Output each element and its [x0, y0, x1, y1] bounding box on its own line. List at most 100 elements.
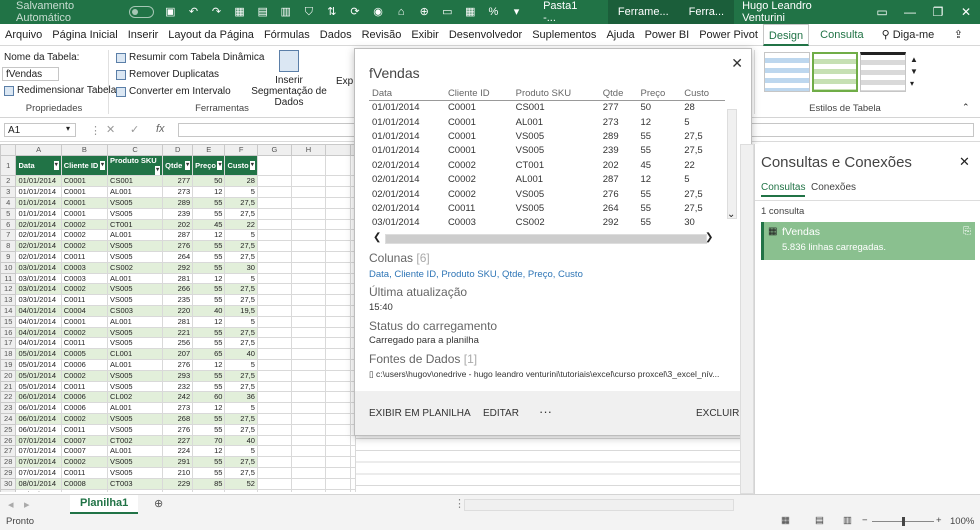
- table-cell[interactable]: 85: [192, 477, 226, 490]
- function-icon[interactable]: fx: [156, 123, 165, 135]
- empty-cell[interactable]: [291, 272, 326, 285]
- empty-cell[interactable]: [291, 175, 326, 188]
- table-cell[interactable]: AL001: [107, 229, 164, 242]
- column-header[interactable]: F: [224, 144, 258, 156]
- empty-cell[interactable]: [291, 391, 326, 404]
- table-cell[interactable]: 27,5: [224, 412, 258, 425]
- empty-cell[interactable]: [325, 207, 351, 220]
- table-cell[interactable]: VS005: [107, 337, 164, 350]
- table-cell[interactable]: 03/01/2014: [15, 272, 62, 285]
- table-cell[interactable]: 02/01/2014: [15, 229, 62, 242]
- grid-icon[interactable]: ▦: [464, 5, 477, 19]
- table-cell[interactable]: 36: [224, 391, 258, 404]
- empty-cell[interactable]: [291, 423, 326, 436]
- empty-cell[interactable]: [325, 402, 351, 414]
- tab-consulta[interactable]: Consulta: [815, 24, 868, 46]
- column-header[interactable]: H: [291, 144, 326, 156]
- table-cell[interactable]: 235: [162, 294, 194, 306]
- table-cell[interactable]: CL001: [107, 348, 164, 360]
- table-cell[interactable]: VS005: [107, 380, 164, 393]
- row-header[interactable]: 12: [0, 283, 17, 296]
- column-header[interactable]: D: [162, 144, 194, 156]
- share-icon[interactable]: ⇪: [949, 24, 968, 46]
- empty-cell[interactable]: [256, 412, 293, 425]
- empty-cell[interactable]: [325, 488, 351, 492]
- preview-table[interactable]: Data Cliente ID Produto SKU Qtde Preço Custo …: [369, 87, 739, 233]
- normal-view-icon[interactable]: ▦: [781, 515, 790, 526]
- table-cell[interactable]: VS005: [107, 196, 164, 209]
- row-header[interactable]: 20: [0, 369, 17, 382]
- table-cell[interactable]: 232: [162, 380, 194, 393]
- table-cell[interactable]: C0002: [60, 229, 109, 242]
- table-cell[interactable]: 04/01/2014: [15, 315, 62, 328]
- chart-icon[interactable]: ▥: [279, 5, 292, 19]
- refresh-icon[interactable]: ⟳: [348, 5, 361, 19]
- table-cell[interactable]: CT003: [107, 477, 164, 490]
- table-cell[interactable]: VS005: [107, 456, 164, 468]
- table-cell[interactable]: 06/01/2014: [15, 402, 62, 414]
- table-cell[interactable]: 5: [224, 445, 258, 458]
- table-cell[interactable]: 27,5: [224, 196, 258, 209]
- empty-cell[interactable]: [325, 326, 351, 339]
- row-header[interactable]: 28: [0, 456, 17, 468]
- row-header[interactable]: 17: [0, 337, 17, 350]
- row-header[interactable]: 25: [0, 423, 17, 436]
- column-header[interactable]: G: [256, 144, 293, 156]
- close-window-icon[interactable]: ✕: [952, 5, 980, 19]
- table-cell[interactable]: 40: [224, 348, 258, 360]
- table-cell[interactable]: C0011: [60, 250, 109, 263]
- table-cell[interactable]: 04/01/2014: [15, 304, 62, 317]
- tab-suplementos[interactable]: Suplementos: [527, 24, 601, 46]
- table-cell[interactable]: 45: [192, 218, 226, 231]
- empty-cell[interactable]: [350, 434, 356, 447]
- sheet-hscrollbar[interactable]: [464, 499, 734, 511]
- table-cell[interactable]: 07/01/2014: [15, 456, 62, 468]
- link-icon[interactable]: ⊕: [418, 5, 431, 19]
- empty-cell[interactable]: [325, 348, 351, 360]
- table-cell[interactable]: 02/01/2014: [15, 250, 62, 263]
- table-cell[interactable]: 12: [192, 488, 226, 492]
- row-header[interactable]: 7: [0, 229, 17, 242]
- table-cell[interactable]: C0002: [60, 412, 109, 425]
- empty-cell[interactable]: [325, 283, 351, 296]
- table-cell[interactable]: 276: [162, 240, 194, 252]
- table-cell[interactable]: 55: [192, 261, 226, 274]
- table-cell[interactable]: 12: [192, 358, 226, 371]
- empty-cell[interactable]: [291, 445, 326, 458]
- styles-scroll[interactable]: ▲ ▼ ▾: [910, 54, 918, 90]
- table-header-cell[interactable]: Produto SKU ▾: [107, 154, 164, 177]
- table-cell[interactable]: VS005: [107, 250, 164, 263]
- empty-cell[interactable]: [291, 207, 326, 220]
- table-cell[interactable]: 5: [224, 358, 258, 371]
- table-cell[interactable]: AL001: [107, 186, 164, 198]
- row-header[interactable]: 26: [0, 434, 17, 447]
- table-cell[interactable]: 28: [224, 175, 258, 188]
- table-cell[interactable]: 293: [162, 369, 194, 382]
- table-cell[interactable]: 55: [192, 207, 226, 220]
- table-cell[interactable]: C0006: [60, 402, 109, 414]
- tab-arquivo[interactable]: Arquivo: [0, 24, 47, 46]
- table-cell[interactable]: VS005: [107, 369, 164, 382]
- table-cell[interactable]: 55: [192, 240, 226, 252]
- empty-cell[interactable]: [291, 304, 326, 317]
- table-cell[interactable]: C0011: [60, 380, 109, 393]
- column-header[interactable]: E: [192, 144, 226, 156]
- table-cell[interactable]: C0007: [60, 445, 109, 458]
- table-cell[interactable]: 55: [192, 412, 226, 425]
- empty-cell[interactable]: [291, 261, 326, 274]
- table-cell[interactable]: 221: [162, 326, 194, 339]
- table-cell[interactable]: AL001: [107, 402, 164, 414]
- save-icon[interactable]: ▣: [164, 5, 177, 19]
- empty-cell[interactable]: [325, 445, 351, 458]
- table-cell[interactable]: C0011: [60, 466, 109, 479]
- undo-icon[interactable]: ↶: [187, 5, 200, 19]
- table-cell[interactable]: 12: [192, 445, 226, 458]
- table-cell[interactable]: 12: [192, 229, 226, 242]
- empty-cell[interactable]: [325, 434, 351, 447]
- row-header[interactable]: 13: [0, 294, 17, 306]
- empty-cell[interactable]: [256, 391, 293, 404]
- table-cell[interactable]: 289: [162, 196, 194, 209]
- table-cell[interactable]: C0011: [60, 294, 109, 306]
- edit-button[interactable]: EDITAR: [483, 408, 519, 419]
- table-cell[interactable]: 02/01/2014: [15, 240, 62, 252]
